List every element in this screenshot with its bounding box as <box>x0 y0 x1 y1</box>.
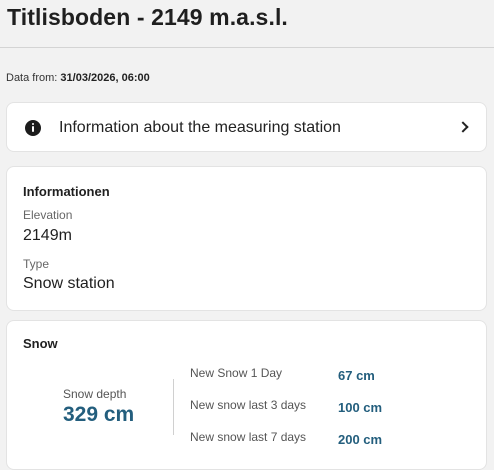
new-snow-3-days-label: New snow last 3 days <box>190 398 307 412</box>
data-from-value: 31/03/2026, 06:00 <box>60 72 150 84</box>
divider <box>173 379 174 435</box>
data-from-label: Data from: <box>6 72 58 84</box>
new-snow-1-day-label: New Snow 1 Day <box>190 366 283 380</box>
informationen-title: Informationen <box>23 184 110 199</box>
snow-title: Snow <box>23 336 58 351</box>
station-info-label: Information about the measuring station <box>59 119 341 136</box>
page-header: Titlisboden - 2149 m.a.s.l. <box>0 0 494 48</box>
type-label: Type <box>23 257 50 271</box>
new-snow-3-days-value: 100 cm <box>338 400 383 415</box>
snow-depth-value: 329 cm <box>63 403 135 426</box>
informationen-card: Informationen Elevation 2149m Type Snow … <box>6 166 487 311</box>
new-snow-7-days-value: 200 cm <box>338 432 383 447</box>
station-info-link[interactable]: Information about the measuring station <box>6 102 487 152</box>
elevation-label: Elevation <box>23 208 73 222</box>
info-icon <box>25 120 41 136</box>
data-timestamp: Data from: 31/03/2026, 06:00 <box>6 72 150 84</box>
elevation-value: 2149m <box>23 227 72 244</box>
page-title: Titlisboden - 2149 m.a.s.l. <box>7 4 288 30</box>
snow-depth-label: Snow depth <box>63 387 127 401</box>
snow-card: Snow Snow depth 329 cm New Snow 1 Day 67… <box>6 320 487 470</box>
type-value: Snow station <box>23 275 115 292</box>
new-snow-1-day-value: 67 cm <box>338 368 375 383</box>
chevron-right-icon <box>457 121 469 133</box>
new-snow-7-days-label: New snow last 7 days <box>190 430 307 444</box>
